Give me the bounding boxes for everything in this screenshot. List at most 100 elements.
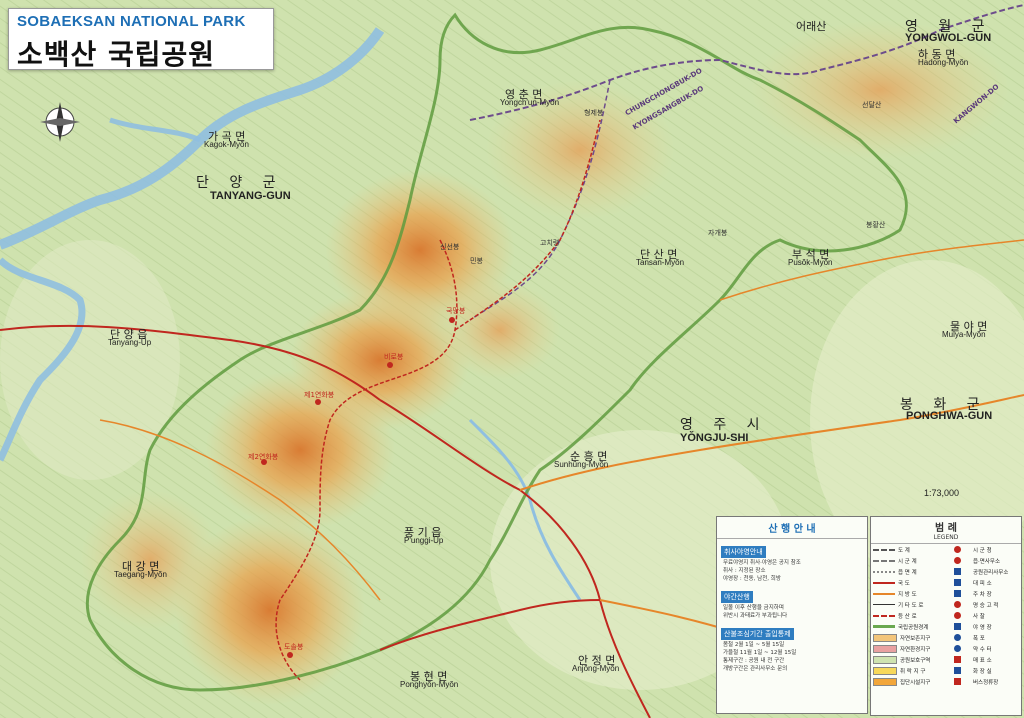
place-label-anjong-en: Anjŏng-Myŏn	[572, 664, 620, 673]
place-label-sunhung-en: Sunhŭng-Myŏn	[554, 460, 609, 469]
legend-symbol-icon	[873, 655, 897, 664]
legend-symbol-icon	[873, 559, 895, 562]
legend-label: 화 장 실	[973, 668, 992, 675]
legend-symbol-icon	[873, 614, 895, 617]
legend-label: 기 타 도 로	[898, 602, 924, 609]
legend-label: 공원관리사무소	[973, 569, 1009, 576]
legend-item: 대 피 소	[946, 577, 1021, 588]
legend-label: 지 방 도	[898, 591, 917, 598]
legend-label: 시 군 계	[898, 558, 917, 565]
legend-symbol-icon	[873, 666, 897, 675]
legend-item: 등 산 로	[871, 610, 946, 621]
legend-label: 자연환경지구	[900, 646, 931, 653]
legend-symbol-icon	[954, 667, 961, 674]
info-section-heading: 산불조심기간 출입통제	[721, 628, 794, 640]
legend-label: 국립공원경계	[898, 624, 929, 631]
info-section-heading: 취사야영안내	[721, 546, 766, 558]
map-title-english: SOBAEKSAN NATIONAL PARK	[17, 13, 246, 30]
legend-subtitle: LEGEND	[871, 534, 1021, 544]
map-title-box: SOBAEKSAN NATIONAL PARK 소백산 국립공원	[8, 8, 274, 71]
legend-label: 도 계	[898, 547, 910, 554]
legend-item: 도 계	[871, 544, 946, 555]
legend-label: 약 수 터	[973, 646, 992, 653]
legend-label: 읍 면 계	[898, 569, 917, 576]
place-label-mulya-en: Mulya-Myŏn	[942, 330, 986, 339]
info-section-line: 일몰 이후 산행을 금지하며	[723, 605, 784, 611]
legend-item: 약 수 터	[946, 643, 1021, 654]
info-section-line: 위반시 과태료가 부과됩니다	[723, 613, 788, 619]
legend-item: 자연보존지구	[871, 632, 946, 643]
peak-label-gukmangbong: 국망봉	[446, 307, 466, 315]
place-label-taegang-en: Taegang-Myŏn	[114, 570, 167, 579]
peak-label-hyeongjebong: 형제봉	[584, 109, 604, 117]
place-label-tanyang-up-en: Tanyang-Ŭp	[108, 338, 152, 347]
map-title-korean: 소백산 국립공원	[17, 38, 216, 71]
legend-item: 자연환경지구	[871, 643, 946, 654]
legend-symbol-icon	[873, 625, 895, 628]
legend-symbol-icon	[873, 581, 895, 584]
legend-item: 공원보호구역	[871, 654, 946, 665]
legend-symbol-icon	[873, 633, 897, 642]
info-section-heading: 야간산행	[721, 591, 753, 603]
legend-symbol-icon	[873, 677, 897, 686]
legend-symbol-icon	[954, 645, 961, 652]
info-section-line: 야영장 : 천동, 남천, 희방	[723, 576, 781, 582]
info-section-line: 무료야영지 취사·야영은 공지 참조	[723, 560, 801, 566]
legend-symbol-icon	[873, 604, 895, 605]
legend-item: 읍·면사무소	[946, 555, 1021, 566]
legend-item: 기 타 도 로	[871, 599, 946, 610]
peak-label-jagaebong: 자개봉	[708, 229, 728, 237]
legend-symbol-icon	[954, 579, 961, 586]
map-scale: 1:73,000	[924, 488, 960, 498]
peak-label-dosolbong: 도솔봉	[284, 643, 304, 651]
legend-item: 지 방 도	[871, 588, 946, 599]
peak-label-minbong: 민봉	[470, 257, 483, 265]
legend-label: 사 찰	[973, 613, 985, 620]
peak-label-yeonhwa2: 제2연화봉	[248, 453, 279, 461]
legend-symbol-icon	[873, 644, 897, 653]
legend-label: 주 차 장	[973, 591, 992, 598]
peak-label-yeonhwa1: 제1연화봉	[304, 391, 335, 399]
peak-label-seondalsan: 선달산	[862, 101, 882, 109]
legend-label: 명 승 고 적	[973, 602, 999, 609]
info-section-line: 통제구간 : 공원 내 전 구간	[723, 658, 785, 664]
place-label-ponghyon-en: Ponghyŏn-Myŏn	[400, 680, 459, 689]
legend-item: 공원관리사무소	[946, 566, 1021, 577]
legend-symbol-icon	[954, 590, 961, 597]
legend-item: 취 락 지 구	[871, 665, 946, 676]
place-label-yongju: 영 주 시	[680, 417, 768, 433]
legend-column-lines: 도 계시 군 계읍 면 계국 도지 방 도기 타 도 로등 산 로 국립공원경계 자…	[871, 544, 946, 687]
legend-symbol-icon	[873, 592, 895, 595]
peak-label-eoraesan: 어래산	[796, 20, 827, 33]
legend-item: 버스정류장	[946, 676, 1021, 687]
info-section-line: 취사 : 지정된 장소	[723, 568, 766, 574]
legend-item: 명 승 고 적	[946, 599, 1021, 610]
place-label-punggi-en: P'unggi-Ŭp	[404, 536, 444, 545]
legend-symbol-icon	[873, 570, 895, 573]
legend-label: 공원보호구역	[900, 657, 931, 664]
peak-label-sinseonbong: 신선봉	[440, 243, 460, 251]
place-label-tanyang-gun-en: TANYANG-GUN	[210, 190, 291, 202]
legend-label: 집단시설지구	[900, 679, 931, 686]
legend-item: 야 영 장	[946, 621, 1021, 632]
legend-symbol-icon	[954, 634, 961, 641]
legend-label: 국 도	[898, 580, 910, 587]
place-label-hadong-en: Hadong-Myŏn	[918, 58, 969, 67]
info-section-line: 가을철 11월 1일 ~ 12월 15일	[723, 650, 797, 656]
legend-symbol-icon	[954, 557, 961, 564]
info-section-line: 개방구간은 관리사무소 문의	[723, 666, 788, 672]
legend-item: 폭 포	[946, 632, 1021, 643]
legend-symbol-icon	[954, 623, 961, 630]
hiking-info-panel: 산 행 안 내 취사야영안내 무료야영지 취사·야영은 공지 참조 취사 : 지정된…	[716, 516, 868, 714]
legend-label: 시 군 청	[973, 547, 992, 554]
legend-item: 국립공원경계	[871, 621, 946, 632]
legend-item: 집단시설지구	[871, 676, 946, 687]
place-label-ponghwa-en: PONGHWA-GUN	[906, 410, 993, 422]
map-legend: 범 례 LEGEND 도 계시 군 계읍 면 계국 도지 방 도기 타 도 로등…	[870, 516, 1022, 716]
peak-label-gochiryeong: 고치령	[540, 239, 560, 247]
legend-symbol-icon	[954, 568, 961, 575]
legend-label: 대 피 소	[973, 580, 992, 587]
peak-label-bonghwangsan: 봉황산	[866, 221, 886, 229]
info-section-line: 봄철 2월 1일 ~ 5월 15일	[723, 642, 785, 648]
legend-item: 화 장 실	[946, 665, 1021, 676]
